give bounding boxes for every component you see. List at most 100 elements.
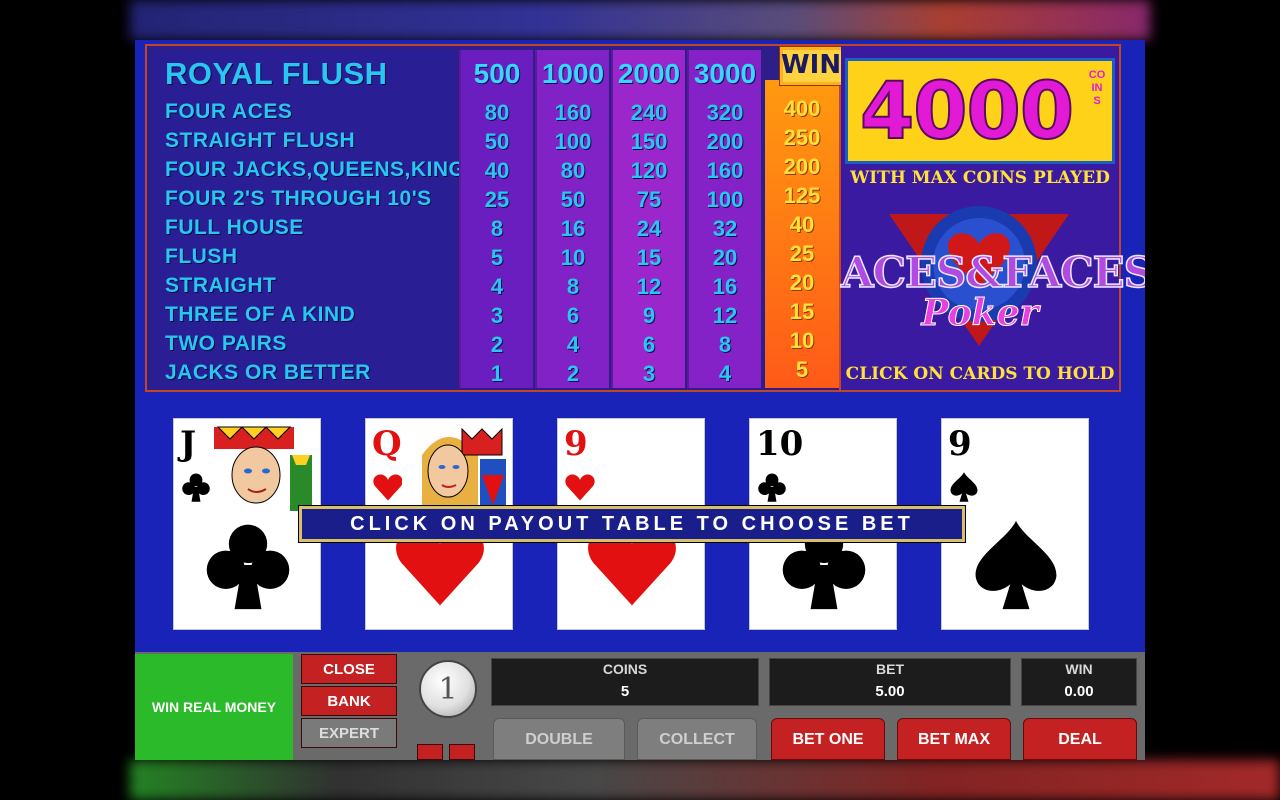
- win-cell: 250: [783, 125, 821, 150]
- payout-cell: 50: [484, 129, 510, 154]
- payout-cell: 120: [630, 158, 668, 183]
- top-award-unit: COINS: [1088, 69, 1106, 107]
- payout-cell: 200: [706, 129, 744, 154]
- win-cell: 10: [789, 328, 815, 353]
- card-rank: 9: [564, 424, 588, 464]
- max-coins-text: WITH MAX COINS PLAYED: [850, 168, 1110, 188]
- logo-title: ACES&FACES: [840, 247, 1145, 298]
- hand-flush: FLUSH: [165, 245, 238, 268]
- blurred-top-edge: [130, 0, 1150, 40]
- queen-face-icon: [402, 425, 508, 511]
- logo-subtitle: Poker: [921, 292, 1039, 335]
- payout-cell: 32: [712, 216, 738, 241]
- club-icon: [182, 473, 210, 502]
- payout-cell: 4: [566, 332, 580, 357]
- win-cell: 25: [789, 241, 815, 266]
- payout-cell: 160: [554, 100, 592, 125]
- coins-display: COINS 5: [491, 658, 759, 706]
- payout-cell: 12: [712, 303, 738, 328]
- payout-cell: 6: [642, 332, 656, 357]
- column-header: 2000: [617, 58, 681, 89]
- payout-column-3[interactable]: 2000 240 150 120 75 24 15 12 9 6 3: [611, 50, 685, 388]
- payout-column-4[interactable]: 3000 320 200 160 100 32 20 16 12 8 4: [687, 50, 761, 388]
- close-button[interactable]: CLOSE: [301, 654, 397, 684]
- hand-two-pairs: TWO PAIRS: [165, 332, 287, 355]
- bet-max-button[interactable]: BET MAX: [897, 718, 1011, 760]
- spade-icon: [950, 472, 978, 502]
- payout-cell: 9: [642, 303, 656, 328]
- payout-cell: 8: [566, 274, 580, 299]
- win-cell: 5: [795, 357, 809, 382]
- payout-cell: 10: [560, 245, 586, 270]
- coin-down-button[interactable]: [417, 744, 443, 760]
- payout-cell: 100: [554, 129, 592, 154]
- expert-button[interactable]: EXPERT: [301, 718, 397, 748]
- payout-cell: 240: [630, 100, 668, 125]
- payout-cell: 320: [706, 100, 744, 125]
- hand-royal-flush: ROYAL FLUSH: [165, 56, 388, 91]
- coin-value: 1: [438, 672, 458, 707]
- hold-hint: CLICK ON CARDS TO HOLD: [845, 364, 1115, 384]
- win-value: 0.00: [1064, 683, 1094, 700]
- win-cell: 125: [783, 183, 821, 208]
- double-button[interactable]: DOUBLE: [493, 718, 625, 760]
- payout-cell: 50: [560, 187, 586, 212]
- collect-button[interactable]: COLLECT: [637, 718, 757, 760]
- bet-value: 5.00: [875, 683, 905, 700]
- hand-straight-flush: STRAIGHT FLUSH: [165, 129, 356, 152]
- hand-four-aces: FOUR ACES: [165, 100, 293, 123]
- card-rank: 9: [948, 424, 972, 464]
- blurred-bottom-edge: [130, 760, 1280, 800]
- payout-cell: 8: [490, 216, 504, 241]
- payout-cell: 4: [718, 361, 732, 386]
- bank-button[interactable]: BANK: [301, 686, 397, 716]
- card-rank: Q: [372, 424, 402, 464]
- payout-cell: 75: [636, 187, 662, 212]
- aces-and-faces-logo: ACES&FACES Poker: [840, 196, 1145, 356]
- coins-label: COINS: [602, 661, 648, 677]
- payout-cell: 20: [712, 245, 738, 270]
- win-cell: 20: [789, 270, 815, 295]
- hand-four-2-10: FOUR 2'S THROUGH 10'S: [165, 187, 432, 210]
- payout-cell: 16: [712, 274, 738, 299]
- club-icon: [758, 473, 786, 502]
- hand-four-jqk: FOUR JACKS,QUEENS,KINGS: [165, 158, 480, 181]
- payout-column-1[interactable]: 500 80 50 40 25 8 5 4 3 2 1: [459, 50, 533, 388]
- payout-cell: 15: [636, 245, 662, 270]
- info-panel: 4000 COINS WITH MAX COINS PLAYED ACES&FA…: [840, 44, 1145, 392]
- win-cell: 40: [789, 212, 815, 237]
- payout-cell: 3: [490, 303, 504, 328]
- bet-one-button[interactable]: BET ONE: [771, 718, 885, 760]
- payout-cell: 2: [490, 332, 504, 357]
- payout-table[interactable]: ROYAL FLUSH FOUR ACES STRAIGHT FLUSH FOU…: [145, 44, 873, 392]
- hand-jacks-or-better: JACKS OR BETTER: [165, 361, 371, 384]
- payout-cell: 12: [636, 274, 662, 299]
- payout-cell: 150: [630, 129, 668, 154]
- hand-straight: STRAIGHT: [165, 274, 277, 297]
- card-rank: 10: [756, 424, 804, 464]
- payout-cell: 2: [566, 361, 580, 386]
- column-header: 3000: [693, 58, 757, 89]
- payout-cell: 80: [484, 100, 510, 125]
- payout-cell: 40: [484, 158, 510, 183]
- coin-value-chip[interactable]: 1: [419, 660, 477, 718]
- win-label: WIN: [1065, 661, 1093, 677]
- payout-cell: 4: [490, 274, 504, 299]
- win-real-money-button[interactable]: WIN REAL MONEY: [135, 654, 293, 760]
- video-poker-game: ROYAL FLUSH FOUR ACES STRAIGHT FLUSH FOU…: [135, 40, 1145, 760]
- win-display: WIN 0.00: [1021, 658, 1137, 706]
- hand-names-column: ROYAL FLUSH FOUR ACES STRAIGHT FLUSH FOU…: [151, 50, 479, 388]
- deal-button[interactable]: DEAL: [1023, 718, 1137, 760]
- heart-icon: [565, 474, 595, 501]
- spade-icon: [975, 520, 1057, 610]
- payout-column-2[interactable]: 1000 160 100 80 50 16 10 8 6 4 2: [535, 50, 609, 388]
- payout-cell: 24: [636, 216, 662, 241]
- payout-cell: 6: [566, 303, 580, 328]
- coin-up-button[interactable]: [449, 744, 475, 760]
- payout-cell: 16: [560, 216, 586, 241]
- coins-value: 5: [620, 683, 630, 700]
- payout-cell: 100: [706, 187, 744, 212]
- bet-label: BET: [876, 661, 904, 677]
- card-rank: J: [180, 424, 197, 464]
- win-cell: 200: [783, 154, 821, 179]
